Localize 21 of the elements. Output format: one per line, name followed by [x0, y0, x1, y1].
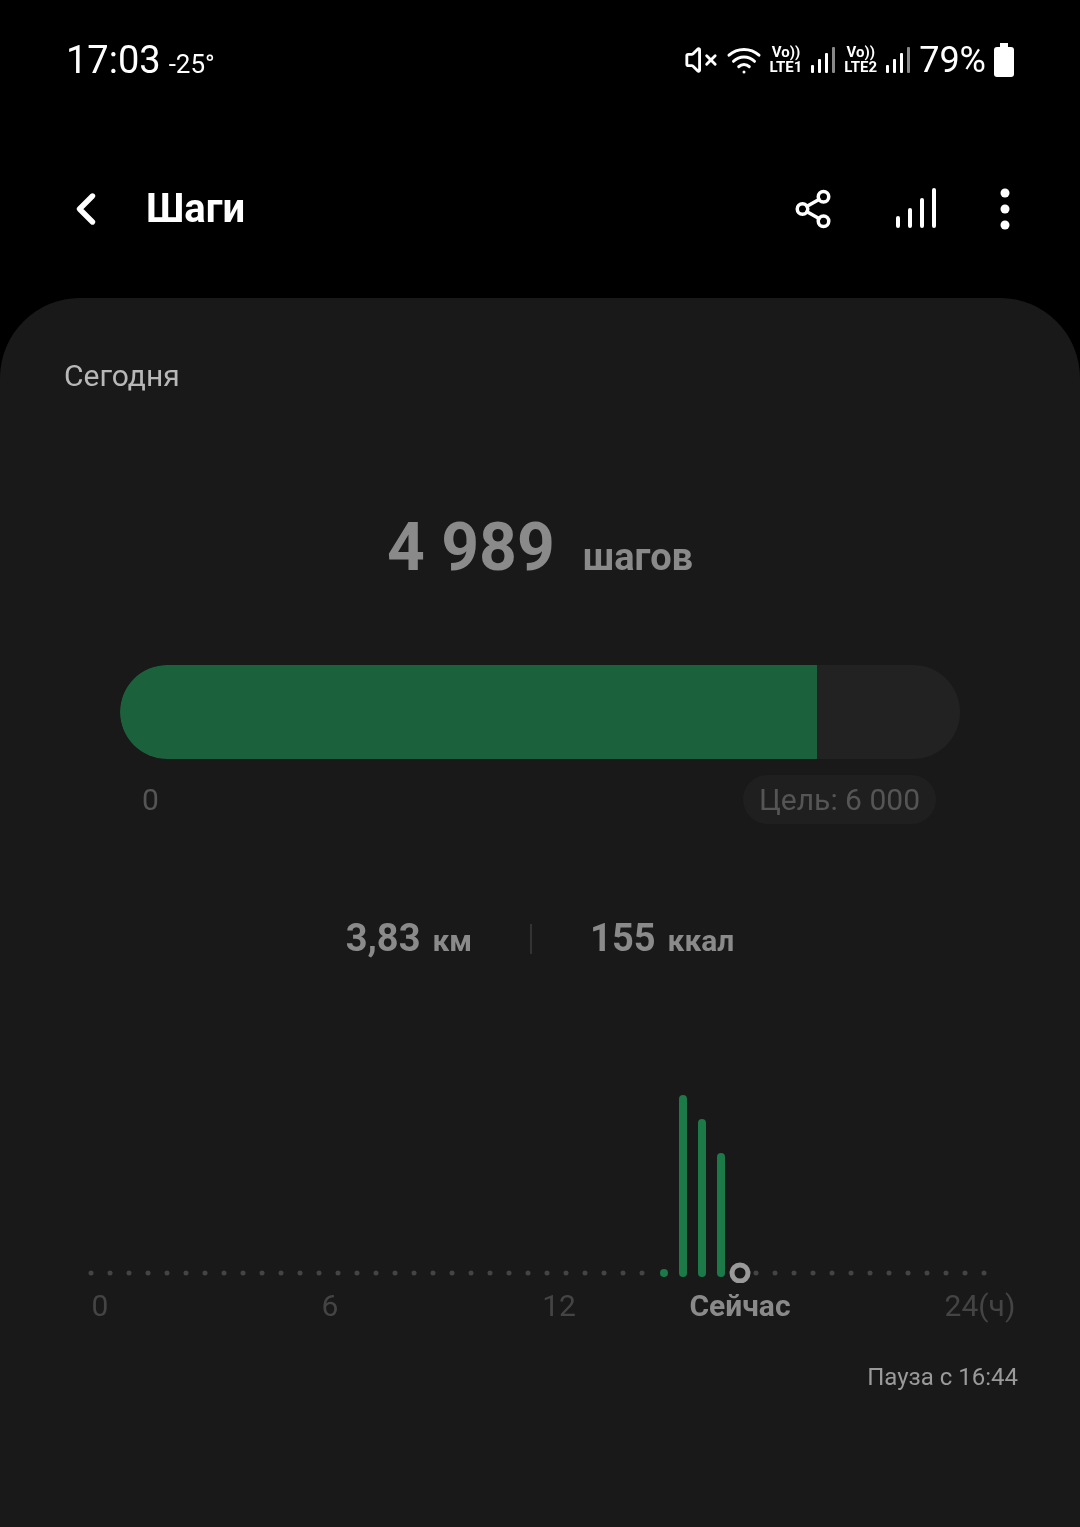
period-label: Сегодня	[64, 357, 181, 395]
pause-status: Пауза с 16:44	[867, 1362, 1018, 1393]
battery-icon	[994, 43, 1014, 77]
more-button[interactable]	[1000, 188, 1010, 230]
volte-indicator: Vo)) LTE2	[844, 45, 878, 75]
now-label: Сейчас	[689, 1287, 791, 1325]
distance-unit: км	[432, 922, 473, 960]
signal-icon	[810, 45, 837, 75]
distance-value: 3,83	[345, 915, 421, 962]
page-title: Шаги	[146, 184, 246, 234]
more-icon	[1000, 188, 1010, 230]
volte-indicator: Vo)) LTE1	[769, 45, 803, 75]
calories-unit: ккал	[667, 922, 735, 960]
clock: 17:03	[66, 36, 161, 84]
signal-icon	[885, 45, 912, 75]
step-count: 4 989	[386, 508, 555, 588]
battery-percent: 79%	[919, 38, 986, 83]
temperature: -25°	[168, 47, 215, 81]
progress-start: 0	[142, 781, 159, 819]
calories-value: 155	[590, 915, 656, 962]
step-unit: шагов	[582, 534, 694, 581]
